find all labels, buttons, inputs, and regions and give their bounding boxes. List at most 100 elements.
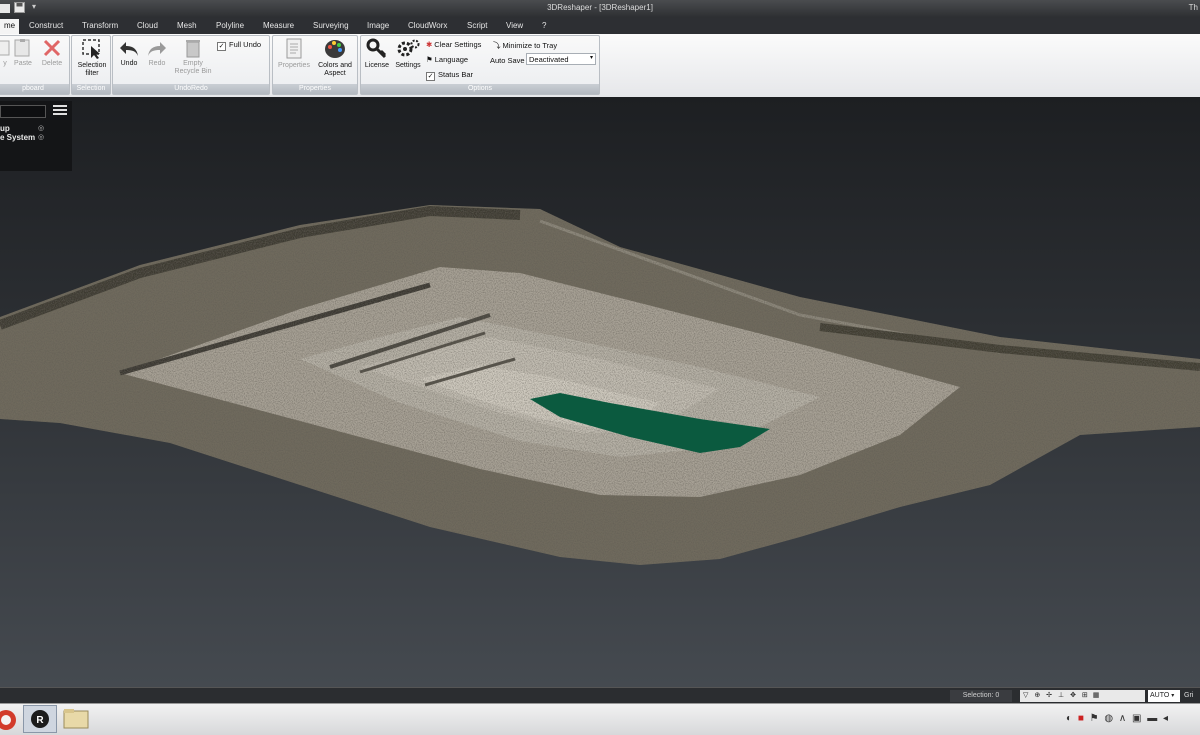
title-bar: ▾ 3DReshaper - [3DReshaper1] Th [0,0,1200,18]
language-button[interactable]: ⚑ Language [426,55,468,64]
start-button[interactable] [0,706,20,732]
properties-icon [286,38,302,59]
tray-record-icon[interactable]: ■ [1078,713,1084,724]
tab-cloud[interactable]: Cloud [137,21,158,30]
undoredo-group-label: UndoRedo [113,84,269,94]
undo-icon [120,42,138,56]
copy-icon [0,40,10,56]
undoredo-group: Undo Redo Empty Recycle Bin ✓ Full Undo U… [112,35,270,95]
tray-up-icon[interactable]: ∧ [1119,713,1126,724]
ribbon: y Paste Delete pboard Selection filter S… [0,34,1200,98]
selection-group: Selection filter Selection [71,35,111,95]
selection-filter-icon [82,39,100,59]
tab-polyline[interactable]: Polyline [216,21,244,30]
status-bar-check-icon: ✓ [426,72,435,81]
auto-save-label: Auto Save [490,56,525,65]
tree-search-input[interactable] [0,105,46,118]
tree-item-group-icon[interactable]: ◎ [38,124,44,132]
full-undo-checkbox[interactable]: ✓ Full Undo [217,40,261,51]
tree-item-group[interactable]: up [0,124,10,133]
window-title: 3DReshaper - [3DReshaper1] [547,3,653,12]
status-bar: Selection: 0 ▽ ⊕ ✢ ⊥ ✥ ⊞ ▦ AUTO ▾ Gri [0,687,1200,704]
3d-viewport[interactable]: up ◎ e System ◎ [0,97,1200,687]
system-tray: ◐ ■ ⚑ ◍ ∧ ▣ ▬ ◂ [1066,713,1200,727]
gear-icon [397,39,420,57]
minimize-tray-icon: ⤵ [493,41,501,50]
tab-help[interactable]: ? [542,21,546,30]
window-title-right: Th [1188,3,1198,12]
taskbar-3dreshaper[interactable]: R [23,705,57,733]
tray-app-icon[interactable]: ◐ [1066,713,1072,724]
tab-home[interactable]: me [0,19,20,34]
clipboard-group-label: pboard [0,84,69,94]
tree-item-system-icon[interactable]: ◎ [38,133,44,141]
zoom-icon[interactable]: ⊕ [1034,692,1040,699]
status-bar-checkbox[interactable]: ✓ Status Bar [426,70,473,81]
full-undo-check-icon: ✓ [217,42,226,51]
settings-button[interactable]: Settings [392,38,424,70]
options-group-label: Options [361,84,599,94]
grid-label: Gri [1184,692,1194,699]
paste-icon [14,39,30,57]
copy-button[interactable]: y [0,38,11,68]
tree-item-system[interactable]: e System [0,133,35,142]
tab-cloudworx[interactable]: CloudWorx [408,21,447,30]
minimize-to-tray-button[interactable]: ⤵ Minimize to Tray [493,40,557,51]
tray-display-icon[interactable]: ▣ [1132,713,1141,724]
axis-icon[interactable]: ✢ [1046,692,1052,699]
tab-script[interactable]: Script [467,21,487,30]
filter-icon[interactable]: ▽ [1023,692,1028,699]
tab-image[interactable]: Image [367,21,389,30]
palette-icon [325,40,345,58]
tray-volume-icon[interactable]: ◂ [1163,713,1168,724]
tray-flag-icon[interactable]: ⚑ [1090,713,1099,724]
auto-save-dropdown[interactable]: Deactivated ▾ [526,53,596,65]
point-cloud-scene[interactable] [0,97,1200,687]
options-group: License Settings ✱ Clear Settings ⚑ Langua… [360,35,600,95]
hamburger-menu-icon[interactable] [53,104,67,116]
key-icon [366,38,387,59]
object-tree-panel: up ◎ e System ◎ [0,101,72,171]
flag-icon: ⚑ [426,55,433,64]
recycle-bin-icon [186,40,200,58]
chevron-down-icon: ▾ [1171,693,1175,699]
view-tools-bar: ▽ ⊕ ✢ ⊥ ✥ ⊞ ▦ [1020,690,1145,702]
tab-measure[interactable]: Measure [263,21,294,30]
undo-button[interactable]: Undo [116,38,142,68]
tab-surveying[interactable]: Surveying [313,21,349,30]
pan-icon[interactable]: ✥ [1070,692,1076,699]
chevron-down-icon: ▾ [589,55,593,61]
properties-group: Properties Colors and Aspect Properties [272,35,358,95]
delete-icon [43,39,61,57]
clipboard-group: y Paste Delete pboard [0,35,70,95]
tray-network-icon[interactable]: ◍ [1104,713,1113,724]
selection-count: Selection: 0 [950,690,1012,702]
pin-icon[interactable]: ⊥ [1058,692,1064,699]
license-button[interactable]: License [363,38,391,70]
snap-icon[interactable]: ⊞ [1082,692,1088,699]
clear-settings-icon: ✱ [426,40,433,49]
tab-transform[interactable]: Transform [82,21,118,30]
selection-group-label: Selection [72,84,110,94]
auto-mode-dropdown[interactable]: AUTO ▾ [1148,690,1180,702]
taskbar-explorer[interactable] [60,705,92,733]
paste-button[interactable]: Paste [11,38,35,68]
svg-text:R: R [36,715,44,726]
ribbon-tabs: me Construct Transform Cloud Mesh Polyli… [0,18,1200,34]
redo-icon [148,42,166,56]
empty-recycle-bin-button[interactable]: Empty Recycle Bin [171,38,215,76]
properties-button[interactable]: Properties [275,38,313,70]
properties-group-label: Properties [273,84,357,94]
redo-button[interactable]: Redo [144,38,170,68]
tab-mesh[interactable]: Mesh [177,21,197,30]
selection-filter-button[interactable]: Selection filter [74,38,110,78]
tab-view[interactable]: View [506,21,523,30]
tab-construct[interactable]: Construct [29,21,63,30]
folder-icon [63,709,89,729]
taskbar: R ◐ ■ ⚑ ◍ ∧ ▣ ▬ ◂ [0,703,1200,735]
delete-button[interactable]: Delete [39,38,65,68]
colors-and-aspect-button[interactable]: Colors and Aspect [313,38,357,78]
grid-icon[interactable]: ▦ [1093,692,1100,699]
clear-settings-button[interactable]: ✱ Clear Settings [426,40,481,49]
tray-monitor-icon[interactable]: ▬ [1147,713,1157,724]
